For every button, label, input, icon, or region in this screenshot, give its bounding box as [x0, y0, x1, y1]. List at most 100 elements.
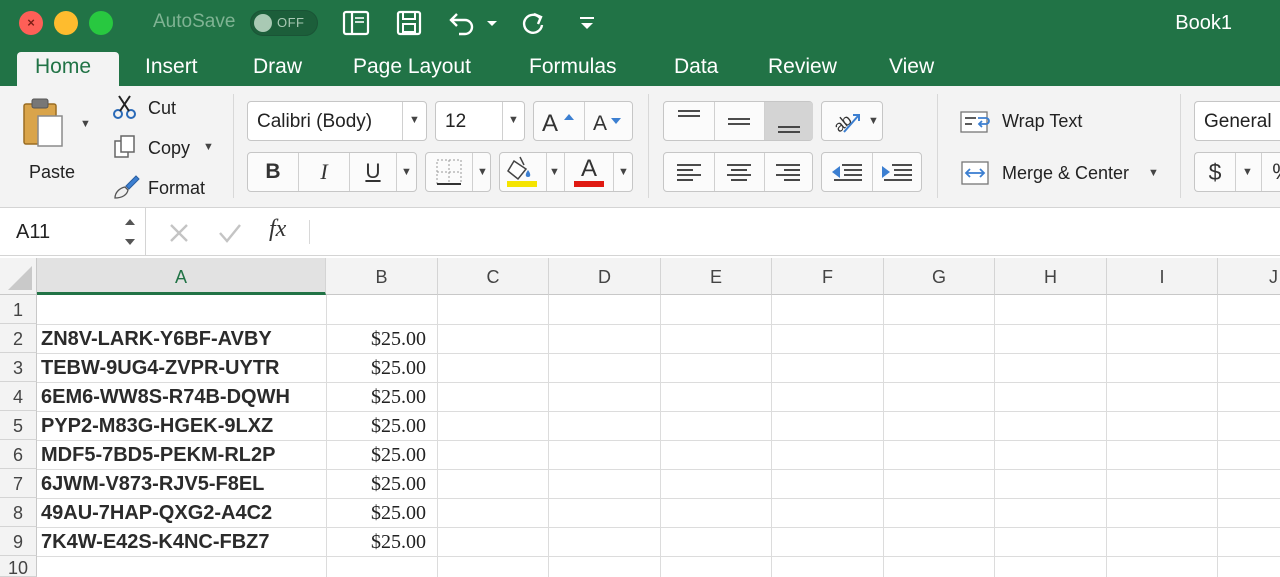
align-center-button[interactable]: [715, 153, 764, 191]
merge-center-button[interactable]: Merge & Center ▼: [958, 158, 1163, 190]
cell-b9[interactable]: $25.00: [326, 527, 426, 556]
align-left-button[interactable]: [664, 153, 714, 191]
increase-font-size-button[interactable]: A: [534, 102, 584, 140]
column-header-b[interactable]: B: [326, 258, 438, 295]
cell-a4[interactable]: 6EM6-WW8S-R74B-DQWH: [41, 382, 290, 411]
formula-input[interactable]: [312, 212, 1280, 252]
row-header[interactable]: 3: [0, 353, 37, 382]
cell-b4[interactable]: $25.00: [326, 382, 426, 411]
tab-insert[interactable]: Insert: [127, 52, 216, 86]
tab-review[interactable]: Review: [750, 52, 855, 86]
cut-button[interactable]: Cut: [112, 94, 222, 122]
cell-a3[interactable]: TEBW-9UG4-ZVPR-UYTR: [41, 353, 280, 382]
cell-b2[interactable]: $25.00: [326, 324, 426, 353]
column-header-c[interactable]: C: [438, 258, 549, 295]
font-color-button[interactable]: A: [565, 153, 613, 191]
column-header-f[interactable]: F: [772, 258, 884, 295]
bold-button[interactable]: B: [248, 153, 298, 191]
underline-options-chevron-icon[interactable]: ▼: [401, 166, 412, 178]
percent-style-button[interactable]: %: [1267, 153, 1280, 191]
cell-a5[interactable]: PYP2-M83G-HGEK-9LXZ: [41, 411, 273, 440]
tab-page-layout[interactable]: Page Layout: [335, 52, 489, 86]
vertical-align-buttons: [663, 101, 813, 141]
paste-button[interactable]: ▼ Paste: [18, 96, 98, 186]
orientation-button[interactable]: ab ▼: [821, 101, 883, 141]
cell-b7[interactable]: $25.00: [326, 469, 426, 498]
column-header-d[interactable]: D: [549, 258, 661, 295]
row-header[interactable]: 1: [0, 295, 37, 324]
fill-color-swatch: [507, 181, 537, 187]
cell-a2[interactable]: ZN8V-LARK-Y6BF-AVBY: [41, 324, 272, 353]
borders-icon: [436, 159, 462, 185]
column-header-h[interactable]: H: [995, 258, 1107, 295]
select-all-triangle-icon: [8, 266, 32, 290]
insert-function-button[interactable]: fx: [269, 216, 286, 243]
cell-a6[interactable]: MDF5-7BD5-PEKM-RL2P: [41, 440, 275, 469]
undo-button[interactable]: [445, 8, 481, 38]
redo-button[interactable]: [518, 8, 548, 38]
row-header[interactable]: 2: [0, 324, 37, 353]
column-header-i[interactable]: I: [1107, 258, 1218, 295]
dropdown-divider: [546, 153, 547, 191]
tab-formulas[interactable]: Formulas: [511, 52, 635, 86]
fill-color-button[interactable]: [500, 153, 546, 191]
font-name-select[interactable]: Calibri (Body) ▼: [247, 101, 427, 141]
cell-b6[interactable]: $25.00: [326, 440, 426, 469]
cancel-entry-button[interactable]: [166, 220, 192, 246]
italic-button[interactable]: I: [299, 153, 349, 191]
close-window-button[interactable]: ×: [19, 11, 43, 35]
row-header[interactable]: 5: [0, 411, 37, 440]
cell-a9[interactable]: 7K4W-E42S-K4NC-FBZ7: [41, 527, 270, 556]
align-middle-button[interactable]: [715, 102, 764, 140]
number-format-select[interactable]: General: [1194, 101, 1280, 141]
save-button[interactable]: [394, 8, 424, 38]
accounting-chevron-icon[interactable]: ▼: [1242, 166, 1253, 178]
number-style-buttons: $ ▼ %: [1194, 152, 1280, 192]
decrease-font-size-button[interactable]: A: [585, 102, 633, 140]
dropdown-divider: [472, 153, 473, 191]
minimize-window-button[interactable]: [54, 11, 78, 35]
select-all-button[interactable]: [0, 258, 37, 295]
cell-a8[interactable]: 49AU-7HAP-QXG2-A4C2: [41, 498, 272, 527]
increase-indent-button[interactable]: [873, 153, 922, 191]
format-painter-button[interactable]: Format: [112, 174, 222, 202]
tab-draw[interactable]: Draw: [235, 52, 320, 86]
tab-view[interactable]: View: [871, 52, 952, 86]
row-header[interactable]: 7: [0, 469, 37, 498]
cell-a7[interactable]: 6JWM-V873-RJV5-F8EL: [41, 469, 264, 498]
align-right-button[interactable]: [765, 153, 813, 191]
column-header-e[interactable]: E: [661, 258, 772, 295]
accounting-format-button[interactable]: $: [1195, 153, 1235, 191]
row-header[interactable]: 9: [0, 527, 37, 556]
row-header[interactable]: 8: [0, 498, 37, 527]
tab-home[interactable]: Home: [17, 52, 119, 86]
autosave-toggle[interactable]: OFF: [250, 10, 318, 36]
column-header-g[interactable]: G: [884, 258, 995, 295]
row-header[interactable]: 6: [0, 440, 37, 469]
cell-b5[interactable]: $25.00: [326, 411, 426, 440]
cell-b8[interactable]: $25.00: [326, 498, 426, 527]
align-top-button[interactable]: [664, 102, 714, 140]
align-bottom-button[interactable]: [765, 102, 813, 140]
customize-toolbar-button[interactable]: [572, 8, 602, 38]
confirm-entry-button[interactable]: [216, 220, 244, 246]
font-color-chevron-icon[interactable]: ▼: [618, 166, 629, 178]
cell-b3[interactable]: $25.00: [326, 353, 426, 382]
column-header-j[interactable]: J: [1218, 258, 1280, 295]
fill-color-chevron-icon[interactable]: ▼: [549, 166, 560, 178]
decrease-indent-button[interactable]: [822, 153, 872, 191]
sidebar-toggle-button[interactable]: [341, 8, 371, 38]
row-header[interactable]: 10: [0, 556, 37, 577]
underline-button[interactable]: U: [350, 153, 396, 191]
name-box[interactable]: A11: [0, 208, 146, 256]
font-color-letter: A: [580, 155, 597, 182]
row-header[interactable]: 4: [0, 382, 37, 411]
zoom-window-button[interactable]: [89, 11, 113, 35]
tab-data[interactable]: Data: [656, 52, 736, 86]
wrap-text-button[interactable]: Wrap Text: [958, 106, 1108, 138]
font-size-select[interactable]: 12 ▼: [435, 101, 525, 141]
borders-button[interactable]: ▼: [425, 152, 491, 192]
copy-button[interactable]: Copy ▼: [112, 134, 222, 162]
column-header-a[interactable]: A: [37, 258, 326, 295]
undo-dropdown[interactable]: [485, 8, 499, 38]
